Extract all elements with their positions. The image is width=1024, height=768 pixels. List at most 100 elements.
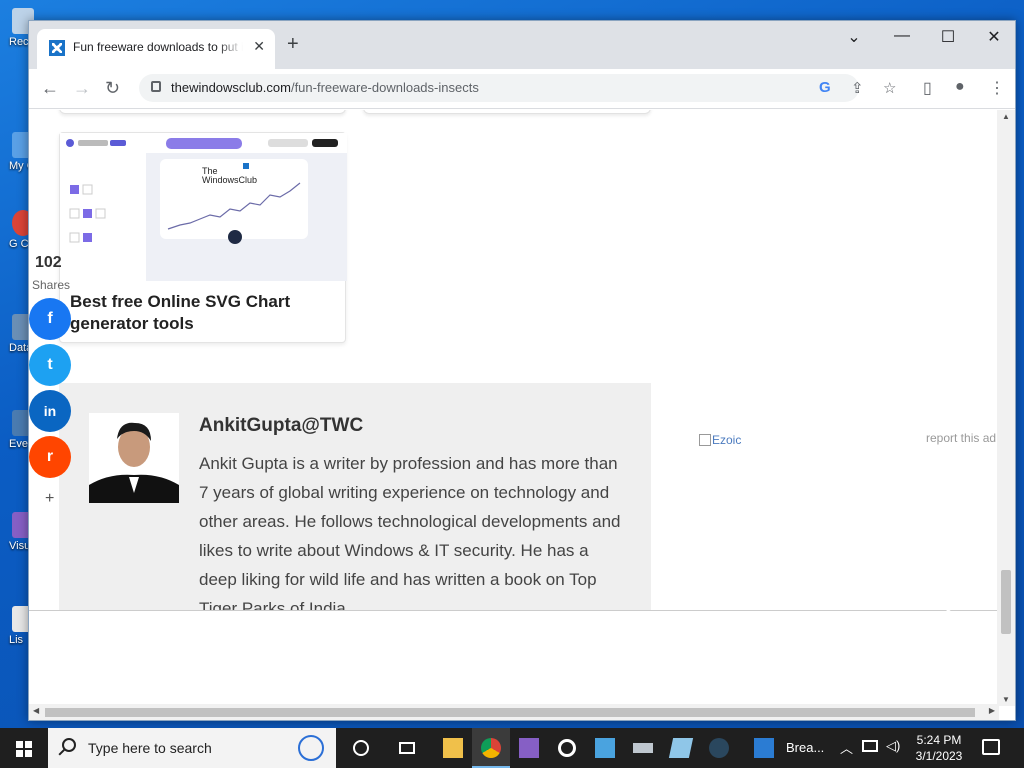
vertical-scroll-thumb[interactable]: [1001, 570, 1011, 634]
broken-image-icon: [699, 434, 711, 446]
tab-close-icon[interactable]: ✕: [253, 38, 265, 55]
clock-time: 5:24 PM: [916, 733, 962, 747]
windows-logo-icon: [25, 750, 32, 757]
article-card-title[interactable]: Best free Online SVG Chart generator too…: [70, 291, 330, 335]
window-close-button[interactable]: ✕: [971, 27, 1015, 47]
author-name[interactable]: AnkitGupta@TWC: [199, 415, 363, 437]
taskbar-app-file-explorer[interactable]: [434, 728, 472, 768]
news-icon: [754, 738, 774, 758]
reddit-share-button[interactable]: r: [29, 436, 71, 478]
desktop-icon-my-computer[interactable]: My C: [0, 132, 35, 172]
notepad-icon: [668, 738, 694, 758]
volume-icon[interactable]: ◁): [886, 738, 900, 754]
tab-strip: Fun freeware downloads to put it ✕ + ⌄ —…: [29, 21, 1015, 69]
tray-chevron-icon[interactable]: ︿: [840, 738, 853, 757]
tab-active[interactable]: Fun freeware downloads to put it ✕: [37, 29, 275, 69]
start-button[interactable]: [0, 728, 48, 768]
reload-button[interactable]: ↻: [105, 78, 120, 99]
maximize-button[interactable]: ☐: [925, 27, 971, 47]
taskbar-app-drive[interactable]: [624, 728, 662, 768]
windows-logo-icon: [25, 741, 32, 748]
task-view-icon: [399, 742, 415, 754]
share-icon[interactable]: ⇪: [851, 79, 864, 97]
ezoic-ad-image[interactable]: Ezoic: [699, 433, 741, 447]
facebook-share-button[interactable]: f: [29, 298, 71, 340]
url-path: /fun-freeware-downloads-insects: [290, 80, 479, 95]
horizontal-scroll-thumb[interactable]: [45, 708, 975, 717]
desktop-icon-list[interactable]: Lis: [0, 606, 34, 646]
ezoic-alt-text: Ezoic: [712, 433, 742, 447]
card-partial[interactable]: [363, 110, 651, 114]
horizontal-scrollbar[interactable]: ◀ ▶: [29, 704, 999, 720]
tab-title: Fun freeware downloads to put it: [73, 40, 243, 54]
taskbar-app-settings[interactable]: [548, 728, 586, 768]
scroll-left-arrow-icon[interactable]: ◀: [33, 706, 39, 715]
author-bio-text: Ankit Gupta is a writer by profession an…: [199, 454, 621, 610]
vertical-scrollbar[interactable]: ▲ ▼: [997, 110, 1015, 706]
card-partial[interactable]: [59, 110, 346, 114]
desktop-icon-google-chrome[interactable]: G C: [0, 210, 34, 250]
scroll-right-arrow-icon[interactable]: ▶: [989, 706, 995, 715]
cortana-button[interactable]: [342, 728, 380, 768]
taskbar-app-label: Brea...: [786, 740, 825, 755]
url-domain: thewindowsclub.com: [171, 80, 291, 95]
folder-icon: [443, 738, 463, 758]
windows-logo-icon: [16, 750, 23, 757]
bing-icon[interactable]: [298, 735, 324, 761]
gear-icon: [558, 739, 576, 757]
network-icon[interactable]: [862, 740, 878, 752]
drive-icon: [633, 743, 653, 753]
desktop-icon-visual-studio[interactable]: Visu: [0, 512, 34, 552]
bottom-overlay-area: [29, 610, 999, 700]
desktop-icon-label: Eve: [9, 438, 28, 450]
minimize-button[interactable]: —: [879, 27, 925, 45]
back-button[interactable]: ←: [41, 78, 59, 99]
new-tab-button[interactable]: +: [287, 33, 299, 56]
linkedin-share-button[interactable]: in: [29, 390, 71, 432]
bookmark-star-icon[interactable]: ☆: [883, 79, 896, 97]
share-label: Shares: [32, 278, 71, 292]
desktop-icon-events[interactable]: Eve: [0, 410, 34, 450]
taskbar-app-news[interactable]: Brea...: [748, 728, 832, 768]
desktop-icon-label: G C: [9, 238, 29, 250]
notification-center-icon[interactable]: [982, 739, 1000, 755]
desktop-icon-label: Visu: [9, 540, 31, 552]
related-article-card[interactable]: The WindowsClub Best free Online SVG Cha…: [59, 132, 347, 343]
taskbar-app-visual-studio[interactable]: [510, 728, 548, 768]
address-bar[interactable]: thewindowsclub.com/fun-freeware-download…: [139, 74, 896, 102]
browser-window: Fun freeware downloads to put it ✕ + ⌄ —…: [28, 20, 1016, 721]
forward-button[interactable]: →: [73, 78, 91, 99]
control-panel-icon: [595, 738, 615, 758]
desktop-icon-label: Lis: [9, 634, 24, 646]
article-thumbnail[interactable]: The WindowsClub: [60, 133, 347, 281]
desktop-icon-data[interactable]: Data: [0, 314, 34, 354]
taskbar-app-control-panel[interactable]: [586, 728, 624, 768]
desktop-icon-label: Data: [9, 342, 33, 354]
search-icon: [62, 738, 76, 752]
tab-search-button[interactable]: ⌄: [831, 27, 877, 47]
taskbar-app-notepad[interactable]: [662, 728, 700, 768]
share-more-button[interactable]: +: [45, 490, 54, 508]
taskbar-app-chrome[interactable]: [472, 728, 510, 768]
scroll-up-arrow-icon[interactable]: ▲: [1002, 112, 1010, 121]
side-panel-icon[interactable]: ▯: [923, 78, 932, 98]
twitter-share-button[interactable]: t: [29, 344, 71, 386]
system-clock[interactable]: 5:24 PM 3/1/2023: [906, 732, 972, 764]
lock-icon[interactable]: [151, 81, 161, 92]
google-lens-icon[interactable]: G: [819, 79, 831, 96]
search-placeholder: Type here to search: [88, 740, 212, 756]
browser-menu-icon[interactable]: ⋮: [989, 78, 1005, 98]
cortana-icon: [353, 740, 369, 756]
url-text[interactable]: thewindowsclub.com/fun-freeware-download…: [171, 80, 479, 95]
desktop-icon-recycle-bin[interactable]: Rec: [0, 8, 34, 48]
taskbar-app-steam[interactable]: [700, 728, 738, 768]
site-favicon-icon: [49, 40, 65, 56]
profile-avatar-icon[interactable]: ●: [955, 78, 965, 96]
author-bio-box: AnkitGupta@TWC Ankit Gupta is a writer b…: [59, 383, 651, 610]
task-view-button[interactable]: [388, 728, 426, 768]
author-photo-illustration: [89, 413, 179, 503]
scroll-down-arrow-icon[interactable]: ▼: [1002, 695, 1010, 704]
report-ad-link[interactable]: report this ad: [926, 431, 996, 445]
thumbnail-illustration: [60, 133, 347, 281]
taskbar-search-box[interactable]: Type here to search: [48, 728, 336, 768]
